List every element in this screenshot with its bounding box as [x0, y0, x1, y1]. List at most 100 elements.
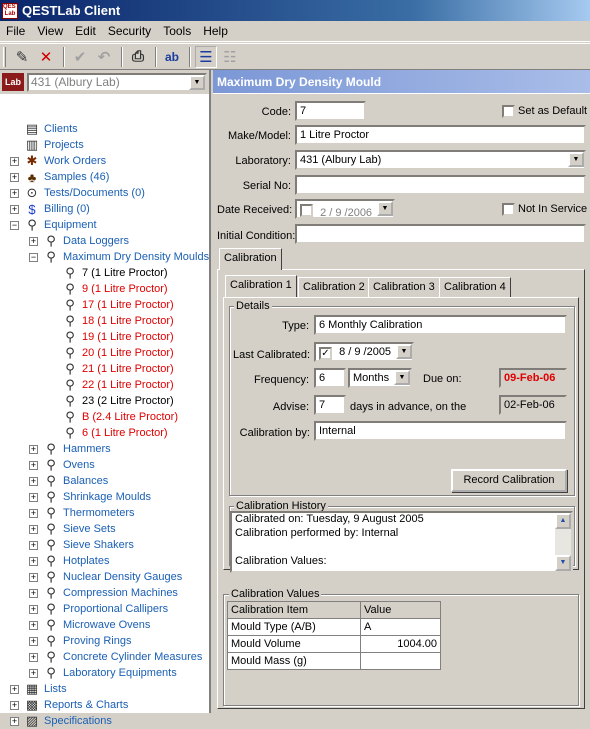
collapse-icon[interactable]: −	[10, 221, 19, 230]
lab-selector[interactable]: 431 (Albury Lab) ▼	[27, 72, 207, 92]
expand-icon[interactable]: +	[10, 157, 19, 166]
table-row[interactable]: Mould Volume 1004.00	[227, 635, 441, 653]
initial-condition-field[interactable]	[295, 224, 586, 244]
tree-item[interactable]: ⚲ 9 (1 Litre Proctor)	[62, 281, 167, 297]
expand-icon[interactable]: +	[29, 621, 38, 630]
expand-icon[interactable]: +	[29, 493, 38, 502]
tree-item[interactable]: + ⚲ Nuclear Density Gauges	[29, 569, 182, 585]
tree-item[interactable]: ⚲ 7 (1 Litre Proctor)	[62, 265, 167, 281]
advise-field[interactable]: 7	[314, 395, 346, 415]
collapse-icon[interactable]: −	[29, 253, 38, 262]
tree-item[interactable]: + ⚲ Ovens	[29, 457, 95, 473]
menu-tools[interactable]: Tools	[157, 24, 197, 38]
tree-item[interactable]: + ⚲ Balances	[29, 473, 108, 489]
tree-item[interactable]: − ⚲ Maximum Dry Density Moulds	[29, 249, 209, 265]
tree-item[interactable]: ▥ Projects	[24, 137, 84, 153]
date-received-field[interactable]: 2 / 9 /2006 ▼	[295, 199, 395, 219]
print-icon[interactable]: ⎙	[127, 46, 149, 68]
expand-icon[interactable]: +	[10, 205, 19, 214]
tree-item[interactable]: + ▨ Specifications	[10, 713, 112, 729]
confirm-icon[interactable]: ✔	[69, 46, 91, 68]
chevron-down-icon[interactable]: ▼	[377, 201, 393, 216]
list-view-icon[interactable]: ☷	[219, 46, 241, 68]
tab-calibration[interactable]: Calibration	[219, 248, 282, 270]
expand-icon[interactable]: +	[29, 557, 38, 566]
code-field[interactable]: 7	[295, 101, 366, 121]
tree-item[interactable]: + ⚲ Laboratory Equipments	[29, 665, 177, 681]
toolbar-grip[interactable]	[3, 46, 6, 67]
tab-calibration-4[interactable]: Calibration 4	[439, 277, 511, 297]
not-in-service-checkbox[interactable]	[502, 203, 515, 216]
expand-icon[interactable]: +	[29, 605, 38, 614]
table-cell[interactable]: A	[360, 618, 441, 636]
serial-no-field[interactable]	[295, 175, 586, 195]
tree-item[interactable]: ⚲ 21 (1 Litre Proctor)	[62, 361, 173, 377]
tree-item[interactable]: ⚲ B (2.4 Litre Proctor)	[62, 409, 178, 425]
tree-item[interactable]: + $ Billing (0)	[10, 201, 90, 217]
history-scrollbar[interactable]: ▲ ▼	[555, 513, 571, 571]
menu-edit[interactable]: Edit	[69, 24, 102, 38]
tree-item[interactable]: + ⚲ Concrete Cylinder Measures	[29, 649, 202, 665]
scroll-down-icon[interactable]: ▼	[555, 555, 571, 571]
tree-item[interactable]: + ⚲ Sieve Sets	[29, 521, 116, 537]
tree-item[interactable]: + ♣ Samples (46)	[10, 169, 109, 185]
tree-item[interactable]: + ▩ Reports & Charts	[10, 697, 128, 713]
tree-item[interactable]: + ⚲ Hotplates	[29, 553, 109, 569]
expand-icon[interactable]: +	[29, 237, 38, 246]
tab-calibration-1[interactable]: Calibration 1	[225, 275, 297, 297]
menu-security[interactable]: Security	[102, 24, 157, 38]
tree-item[interactable]: + ⚲ Compression Machines	[29, 585, 178, 601]
expand-icon[interactable]: +	[29, 477, 38, 486]
frequency-field[interactable]: 6	[314, 368, 346, 388]
delete-icon[interactable]: ✕	[35, 46, 57, 68]
expand-icon[interactable]: +	[29, 445, 38, 454]
chevron-down-icon[interactable]: ▼	[189, 74, 205, 90]
expand-icon[interactable]: +	[10, 173, 19, 182]
tree-item[interactable]: ⚲ 17 (1 Litre Proctor)	[62, 297, 173, 313]
set-default-checkbox[interactable]	[502, 105, 515, 118]
table-cell[interactable]	[360, 652, 441, 670]
tree-item[interactable]: + ▦ Lists	[10, 681, 67, 697]
tab-calibration-2[interactable]: Calibration 2	[298, 277, 370, 297]
tree-item[interactable]: + ⚲ Thermometers	[29, 505, 135, 521]
tree-item[interactable]: + ⚲ Microwave Ovens	[29, 617, 150, 633]
table-row[interactable]: Mould Type (A/B) A	[227, 618, 441, 636]
scroll-up-icon[interactable]: ▲	[555, 513, 571, 529]
expand-icon[interactable]: +	[29, 461, 38, 470]
tree-item[interactable]: ⚲ 6 (1 Litre Proctor)	[62, 425, 167, 441]
last-calibrated-checkbox[interactable]: ✓	[319, 347, 332, 360]
expand-icon[interactable]: +	[29, 653, 38, 662]
expand-icon[interactable]: +	[29, 573, 38, 582]
last-calibrated-field[interactable]: ✓ 8 / 9 /2005 ▼	[314, 342, 414, 362]
frequency-unit-select[interactable]: Months ▼	[348, 368, 412, 388]
chevron-down-icon[interactable]: ▼	[396, 344, 412, 359]
tree-item[interactable]: + ⚲ Sieve Shakers	[29, 537, 134, 553]
type-field[interactable]: 6 Monthly Calibration	[314, 315, 567, 335]
expand-icon[interactable]: +	[10, 701, 19, 710]
expand-icon[interactable]: +	[29, 589, 38, 598]
expand-icon[interactable]: +	[29, 669, 38, 678]
table-cell[interactable]: 1004.00	[360, 635, 441, 653]
expand-icon[interactable]: +	[10, 717, 19, 726]
tree-item[interactable]: ⚲ 23 (2 Litre Proctor)	[62, 393, 173, 409]
menu-view[interactable]: View	[31, 24, 69, 38]
laboratory-select[interactable]: 431 (Albury Lab) ▼	[295, 150, 586, 170]
tree-item[interactable]: ▤ Clients	[24, 121, 78, 137]
tree-item[interactable]: ⚲ 22 (1 Litre Proctor)	[62, 377, 173, 393]
record-calibration-button[interactable]: Record Calibration	[451, 469, 567, 492]
tree-item[interactable]: + ⚲ Proving Rings	[29, 633, 131, 649]
tree-item[interactable]: + ⚲ Hammers	[29, 441, 111, 457]
tab-calibration-3[interactable]: Calibration 3	[368, 277, 440, 297]
expand-icon[interactable]: +	[10, 685, 19, 694]
date-received-checkbox[interactable]	[300, 204, 313, 217]
tree-item[interactable]: ⚲ 18 (1 Litre Proctor)	[62, 313, 173, 329]
expand-icon[interactable]: +	[29, 637, 38, 646]
menu-file[interactable]: File	[0, 24, 31, 38]
tree-item[interactable]: ⚲ 20 (1 Litre Proctor)	[62, 345, 173, 361]
new-record-icon[interactable]: ✎	[11, 46, 33, 68]
expand-icon[interactable]: +	[29, 509, 38, 518]
chevron-down-icon[interactable]: ▼	[568, 152, 584, 167]
tree-item[interactable]: + ⚲ Proportional Callipers	[29, 601, 168, 617]
expand-icon[interactable]: +	[10, 189, 19, 198]
calibration-history-text[interactable]: Calibrated on: Tuesday, 9 August 2005 Ca…	[230, 511, 573, 573]
